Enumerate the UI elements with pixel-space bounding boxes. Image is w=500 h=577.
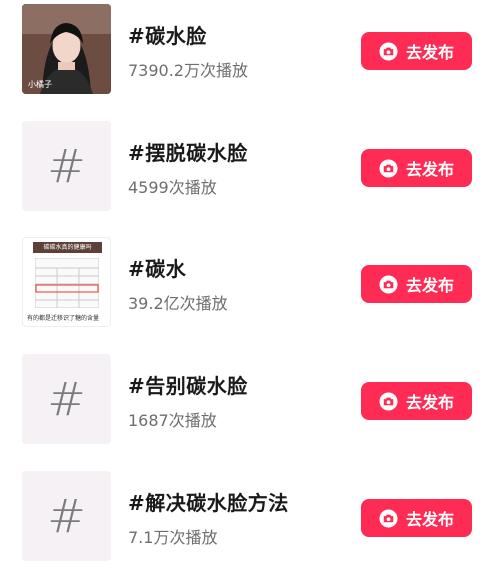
- topic-thumbnail-photo[interactable]: 小橘子: [22, 4, 111, 94]
- camera-icon: [379, 41, 398, 61]
- post-button[interactable]: 去发布: [361, 149, 472, 187]
- post-button-label: 去发布: [405, 276, 454, 295]
- topic-thumbnail-placeholder[interactable]: #: [22, 121, 111, 211]
- camera-icon: [379, 274, 398, 294]
- topic-row[interactable]: # #解决碳水脸方法 7.1万次播放 去发布: [0, 471, 500, 565]
- topic-thumbnail-document[interactable]: 碳碳水真的健康吗 有的都是迁移识了糖的含量: [22, 237, 111, 327]
- camera-icon: [379, 158, 398, 178]
- topic-row[interactable]: 小橘子 #碳水脸 7390.2万次播放 去发布: [0, 4, 500, 98]
- post-button[interactable]: 去发布: [361, 382, 472, 420]
- topic-play-count: 4599次播放: [128, 178, 217, 197]
- post-button-label: 去发布: [405, 160, 454, 179]
- post-button[interactable]: 去发布: [361, 32, 472, 70]
- nutrition-table-image: [35, 258, 99, 308]
- topic-row[interactable]: # #摆脱碳水脸 4599次播放 去发布: [0, 121, 500, 215]
- topic-thumbnail-placeholder[interactable]: #: [22, 471, 111, 561]
- topic-row[interactable]: # #告别碳水脸 1687次播放 去发布: [0, 354, 500, 448]
- camera-icon: [379, 508, 398, 528]
- topic-title[interactable]: #碳水脸: [128, 20, 207, 49]
- topic-play-count: 7390.2万次播放: [128, 61, 248, 80]
- topic-play-count: 39.2亿次播放: [128, 294, 228, 313]
- camera-icon: [379, 391, 398, 411]
- thumbnail-caption: 有的都是迁移识了糖的含量: [27, 315, 100, 322]
- post-button-label: 去发布: [405, 393, 454, 412]
- post-button-label: 去发布: [405, 510, 454, 529]
- topic-title[interactable]: #碳水: [128, 253, 186, 282]
- topic-list: 小橘子 #碳水脸 7390.2万次播放 去发布 # #摆脱碳水脸 4599次播放…: [0, 0, 500, 577]
- post-button[interactable]: 去发布: [361, 265, 472, 303]
- topic-row[interactable]: 碳碳水真的健康吗 有的都是迁移识了糖的含量 #碳水 39.2亿次播放 去发布: [0, 237, 500, 331]
- topic-play-count: 1687次播放: [128, 411, 217, 430]
- post-button[interactable]: 去发布: [361, 499, 472, 537]
- topic-title[interactable]: #摆脱碳水脸: [128, 137, 248, 166]
- topic-play-count: 7.1万次播放: [128, 528, 218, 547]
- hashtag-icon: #: [47, 372, 86, 426]
- thumbnail-caption: 小橘子: [28, 80, 52, 89]
- document-header-text: 碳碳水真的健康吗: [43, 244, 92, 251]
- post-button-label: 去发布: [405, 43, 454, 62]
- hashtag-icon: #: [47, 139, 86, 193]
- document-header-bar: 碳碳水真的健康吗: [33, 242, 102, 253]
- topic-thumbnail-placeholder[interactable]: #: [22, 354, 111, 444]
- hashtag-icon: #: [47, 489, 86, 543]
- topic-title[interactable]: #解决碳水脸方法: [128, 487, 289, 516]
- topic-title[interactable]: #告别碳水脸: [128, 370, 248, 399]
